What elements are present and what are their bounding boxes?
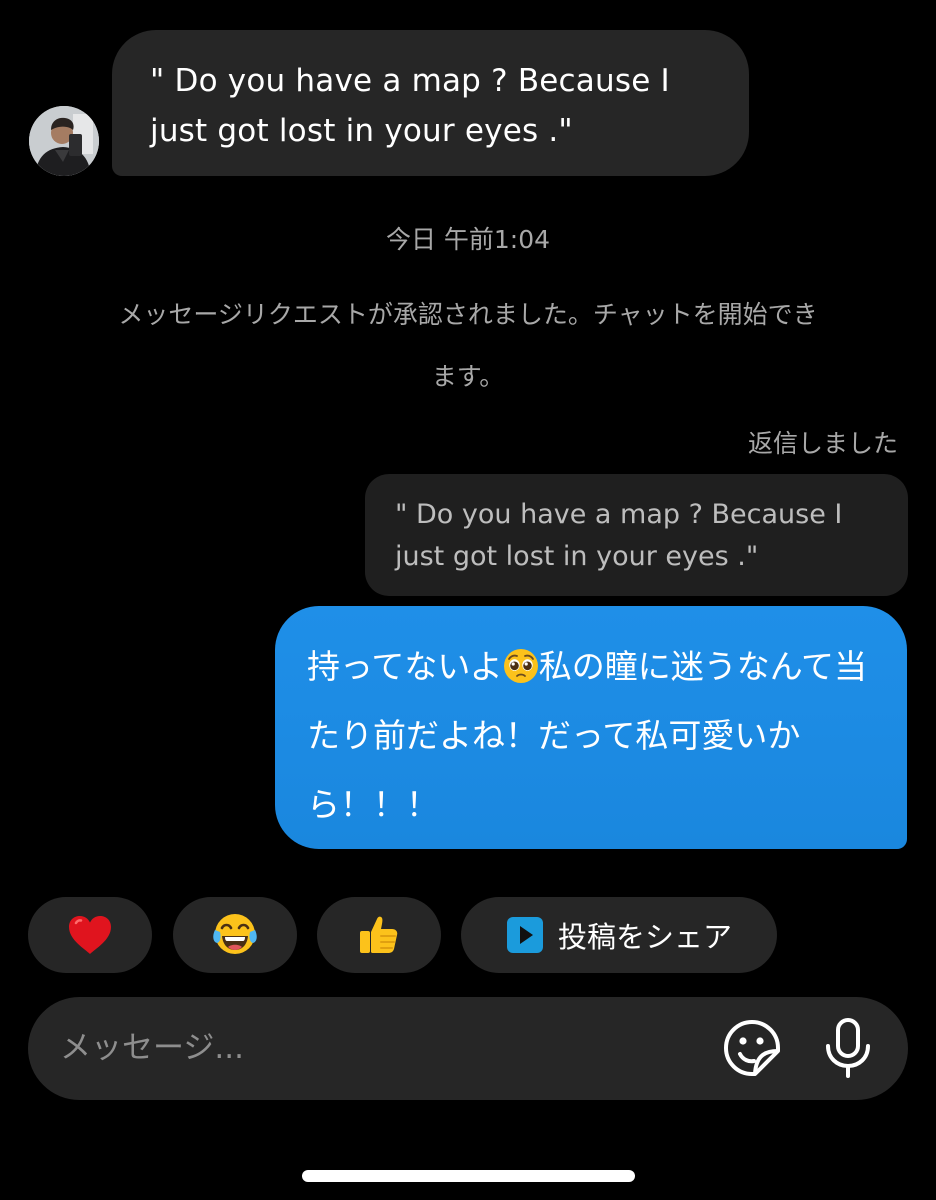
microphone-icon[interactable] [816, 1016, 880, 1080]
system-message: メッセージリクエストが承認されました。チャットを開始できます。 [118, 300, 818, 391]
avatar[interactable] [29, 106, 99, 176]
message-input[interactable] [60, 997, 660, 1100]
quick-reaction-heart-button[interactable] [28, 897, 152, 973]
outgoing-text-part-1: 持ってないよ [307, 647, 503, 686]
red-heart-icon [69, 916, 111, 954]
outgoing-message-bubble[interactable]: 持ってないよ 私の瞳に迷うなんて当たり前だよね！だって私可愛いから！！！ [275, 606, 907, 849]
quoted-message-text: " Do you have a map ? Because I just got… [395, 499, 843, 572]
quoted-message[interactable]: " Do you have a map ? Because I just got… [365, 474, 908, 596]
sticker-icon[interactable] [722, 1018, 782, 1078]
incoming-message-bubble[interactable]: " Do you have a map ? Because I just got… [112, 30, 749, 176]
play-icon [506, 917, 543, 953]
quick-reaction-thumbs-up-button[interactable] [317, 897, 441, 973]
incoming-message-text: " Do you have a map ? Because I just got… [150, 63, 670, 149]
timestamp: 今日 午前1:04 [385, 225, 551, 254]
share-post-label: 投稿をシェア [557, 920, 732, 954]
thumbs-up-icon [360, 916, 398, 953]
tears-of-joy-icon [213, 914, 257, 954]
replied-label: 返信しました [747, 429, 898, 458]
share-post-button[interactable]: 投稿をシェア [461, 897, 777, 973]
home-indicator [302, 1170, 635, 1182]
message-composer [28, 997, 908, 1100]
quick-reaction-laugh-button[interactable] [173, 897, 297, 973]
pleading-face-icon [503, 649, 538, 683]
